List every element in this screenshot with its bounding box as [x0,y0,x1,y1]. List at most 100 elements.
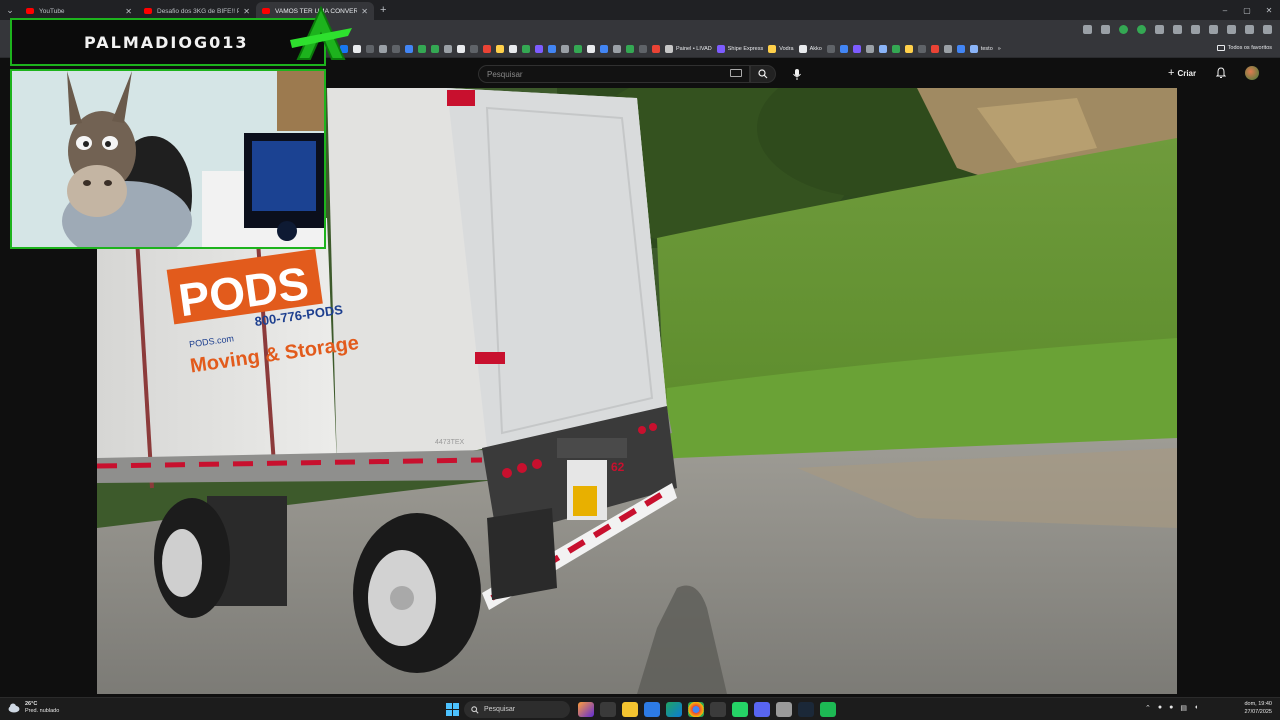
settings-icon[interactable] [776,702,792,717]
bookmark-icon[interactable] [826,45,835,53]
bookmark-icon[interactable] [852,45,861,53]
youtube-icon [144,8,152,14]
bookmark-testo[interactable]: testo [969,45,993,53]
store-icon[interactable] [644,702,660,717]
bookmark-icon[interactable] [509,45,517,53]
bookmark-icon[interactable] [652,45,660,53]
bookmark-icon[interactable] [444,45,452,53]
new-tab-button[interactable]: + [380,4,386,16]
weather-widget[interactable]: 26°C Pred. nublado [8,701,59,714]
bookmark-icon[interactable] [431,45,439,53]
extension-icon[interactable] [1119,25,1128,34]
steam-icon[interactable] [798,702,814,717]
bookmark-icon[interactable] [878,45,887,53]
terminal-icon[interactable] [710,702,726,717]
bookmark-icon[interactable] [405,45,413,53]
bookmark-akko[interactable]: Akko [798,45,822,53]
tab-search-icon[interactable]: ⌄ [0,0,20,20]
bookmark-icon[interactable] [418,45,426,53]
bookmark-icon[interactable] [626,45,634,53]
keyboard-icon[interactable] [730,69,742,77]
spotify-icon[interactable] [820,702,836,717]
security-icon[interactable]: ● [1158,704,1162,712]
weather-description: Pred. nublado [25,707,60,714]
browser-tab-strip: ⌄ YouTube ✕ Desafio dos 3KG de BIFE!! Pa… [0,0,1280,20]
bookmark-painel[interactable]: Painel • LIVAD [665,45,712,53]
taskbar-search[interactable]: Pesquisar [464,701,570,718]
microphone-icon [793,68,801,80]
bookmark-icon[interactable] [956,45,965,53]
close-tab-icon[interactable]: ✕ [125,7,132,16]
bookmark-icon[interactable] [392,45,400,53]
file-explorer-icon[interactable] [622,702,638,717]
avatar[interactable] [1245,66,1259,80]
bookmark-icon[interactable] [457,45,465,53]
profile-icon[interactable] [1245,25,1254,34]
bookmark-icon[interactable] [613,45,621,53]
discord-icon[interactable] [754,702,770,717]
bookmark-icon[interactable] [535,45,543,53]
network-icon[interactable]: ▤ [1180,704,1187,712]
bookmark-icon[interactable] [522,45,530,53]
bookmark-icon [716,45,725,53]
sidebar-icon[interactable] [1227,25,1236,34]
bookmark-shipe-express[interactable]: Shipe Express [716,45,763,53]
all-bookmarks-folder[interactable]: Todos os favoritos [1216,45,1272,51]
bookmark-icon[interactable] [574,45,582,53]
mic-icon[interactable]: ● [1169,704,1173,712]
voice-search-button[interactable] [788,65,806,83]
notifications-bell-icon[interactable] [1216,67,1226,79]
bookmark-icon[interactable] [470,45,478,53]
close-tab-icon[interactable]: ✕ [361,7,368,16]
create-button[interactable]: + Criar [1168,67,1196,79]
bookmark-icon[interactable] [639,45,647,53]
history-icon[interactable] [1209,25,1218,34]
youtube-icon [26,8,34,14]
close-tab-icon[interactable]: ✕ [243,7,250,16]
star-icon[interactable] [1101,25,1110,34]
audio-icon[interactable] [1155,25,1164,34]
edge-icon[interactable] [666,702,682,717]
bookmark-icon[interactable] [943,45,952,53]
cast-icon[interactable] [1083,25,1092,34]
bookmark-icon[interactable] [865,45,874,53]
bookmark-icon [768,45,777,53]
tab-label: YouTube [39,7,65,15]
chrome-icon[interactable] [688,702,704,717]
chevron-up-icon[interactable]: ⌃ [1145,704,1151,712]
bookmark-icon[interactable] [587,45,595,53]
puzzle-icon[interactable] [1191,25,1200,34]
volume-icon[interactable]: ◖ [1194,704,1198,712]
bookmark-vodra[interactable]: Vodra [768,45,794,53]
bookmark-icon[interactable] [891,45,900,53]
bookmark-icon[interactable] [483,45,491,53]
bookmark-icon[interactable] [917,45,926,53]
bookmark-icon [798,45,807,53]
search-input[interactable]: Pesquisar [478,65,750,83]
bookmark-icon[interactable] [548,45,556,53]
task-view-icon[interactable] [600,702,616,717]
bookmark-icon[interactable] [600,45,608,53]
pinned-apps [578,702,836,717]
bookmark-icon[interactable] [496,45,504,53]
windows-start-icon[interactable] [446,703,459,716]
minimize-button[interactable]: – [1214,0,1236,20]
bookmark-icon[interactable] [379,45,387,53]
maximize-button[interactable]: ▢ [1236,0,1258,20]
whatsapp-icon[interactable] [732,702,748,717]
x-icon[interactable] [353,45,361,53]
extension-icon[interactable] [1137,25,1146,34]
download-icon[interactable] [1173,25,1182,34]
bookmark-icon[interactable] [904,45,913,53]
taskbar-clock[interactable]: dom, 19:40 27/07/2025 [1232,701,1272,716]
bookmark-icon[interactable] [561,45,569,53]
bookmark-icon[interactable] [366,45,374,53]
bookmark-icon[interactable] [930,45,939,53]
youtube-icon [262,8,270,14]
copilot-icon[interactable] [578,702,594,717]
more-bookmarks-icon[interactable]: » [998,46,1001,52]
menu-icon[interactable] [1263,25,1272,34]
close-window-button[interactable]: ✕ [1258,0,1280,20]
search-button[interactable] [750,65,776,83]
bookmark-icon[interactable] [839,45,848,53]
